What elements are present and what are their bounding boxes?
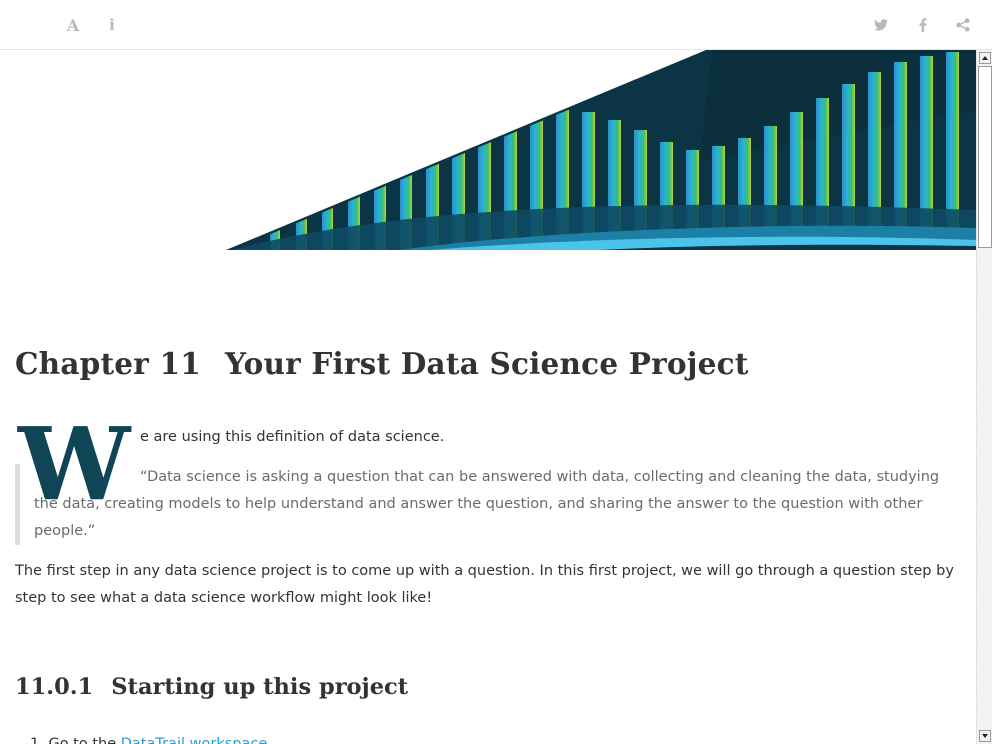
font-settings-icon[interactable]: A	[61, 13, 85, 37]
body-paragraph: The first step in any data science proje…	[15, 563, 954, 606]
section-title-text: Starting up this project	[111, 674, 409, 700]
list-item-marker: 1.	[30, 736, 44, 744]
vertical-scrollbar[interactable]	[976, 50, 992, 744]
twitter-icon[interactable]	[869, 13, 893, 37]
scroll-down-arrow-icon[interactable]	[979, 730, 991, 742]
toolbar: A i	[0, 0, 992, 50]
share-icon[interactable]	[951, 13, 975, 37]
hero-banner	[0, 50, 976, 250]
section-title: 11.0.1 Starting up this project	[15, 674, 408, 700]
chapter-title-text: Your First Data Science Project	[224, 346, 749, 381]
datatrail-workspace-link[interactable]: DataTrail workspace	[121, 736, 268, 744]
blockquote-text: “Data science is asking a question that …	[34, 469, 940, 539]
chapter-title: Chapter 11 Your First Data Science Projec…	[15, 346, 749, 381]
steps-list: 1. Go to the DataTrail workspace	[30, 733, 267, 744]
scrollbar-thumb[interactable]	[978, 66, 992, 248]
facebook-icon[interactable]	[911, 13, 935, 37]
definition-blockquote: “Data science is asking a question that …	[15, 464, 955, 545]
intro-sentence: e are using this definition of data scie…	[140, 429, 445, 445]
info-icon[interactable]: i	[100, 13, 124, 37]
list-item-text: Go to the	[48, 736, 121, 744]
chapter-number: Chapter 11	[15, 346, 201, 381]
section-number: 11.0.1	[15, 674, 94, 700]
scroll-up-arrow-icon[interactable]	[979, 52, 991, 64]
